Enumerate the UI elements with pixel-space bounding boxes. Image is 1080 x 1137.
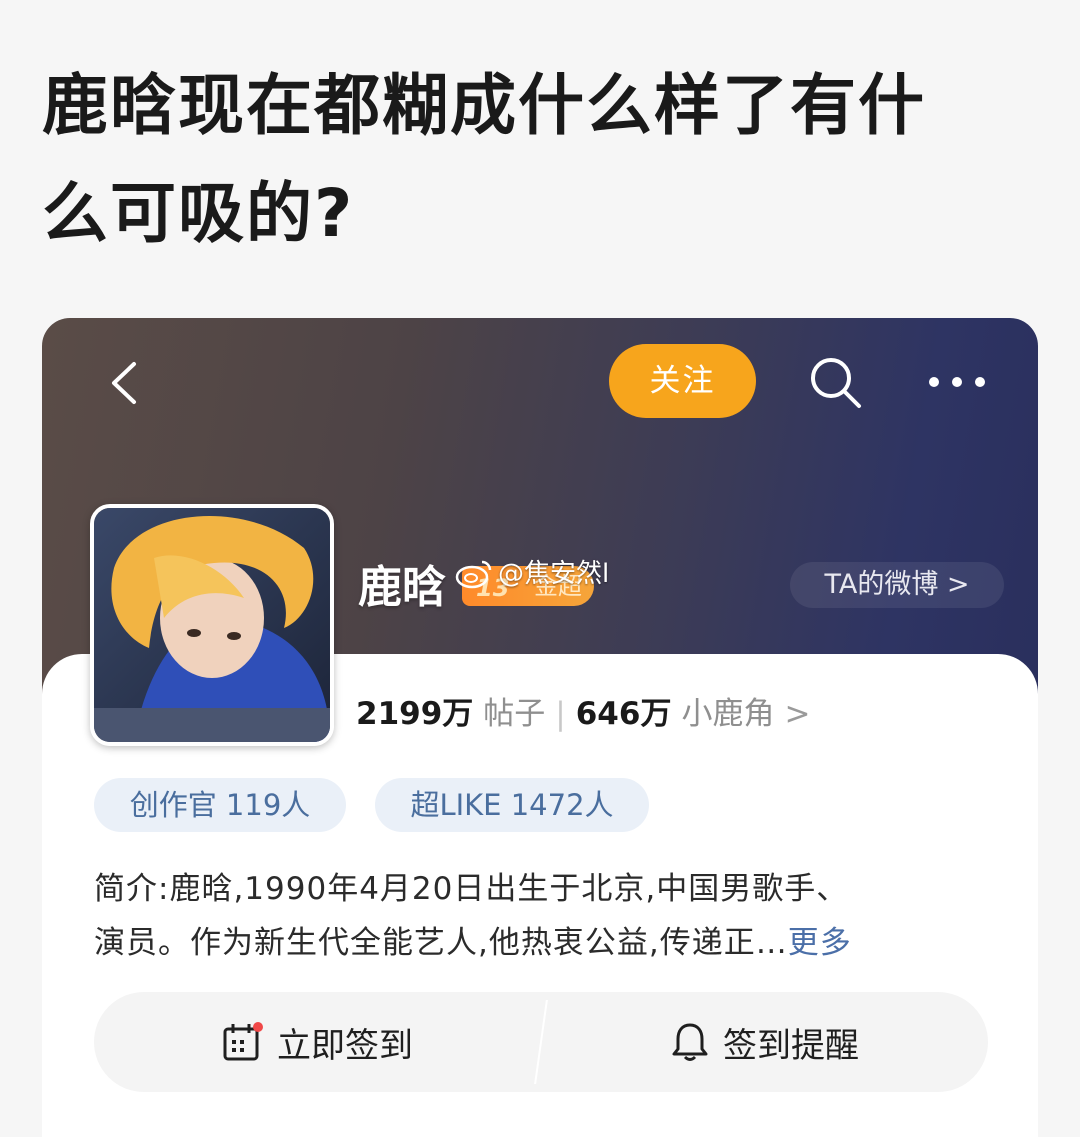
fans-count: 646万	[575, 696, 672, 732]
post-title-line-1: 鹿晗现在都糊成什么样了有什	[42, 67, 926, 144]
checkin-button[interactable]: 立即签到	[94, 992, 540, 1092]
profile-intro: 简介:鹿晗,1990年4月20日出生于北京,中国男歌手、 演员。作为新生代全能艺…	[94, 862, 994, 970]
super-topic-card: 关注 鹿晗 13 金超 @焦安然l TA的微博 > 2199万 帖子 | 646…	[42, 318, 1038, 1137]
checkin-action-bar: 立即签到 签到提醒	[94, 992, 988, 1092]
intro-more-link[interactable]: 更多	[788, 925, 852, 961]
checkin-reminder-button[interactable]: 签到提醒	[542, 992, 988, 1092]
intro-line-1: 简介:鹿晗,1990年4月20日出生于北京,中国男歌手、	[94, 871, 849, 907]
intro-line-2: 演员。作为新生代全能艺人,他热衷公益,传递正…	[94, 925, 788, 961]
weibo-watermark: @焦安然l	[454, 554, 609, 594]
checkin-label: 立即签到	[277, 1025, 413, 1066]
search-icon[interactable]	[807, 354, 865, 412]
watermark-handle: @焦安然l	[498, 559, 610, 589]
super-like-pill[interactable]: 超LIKE 1472人	[375, 778, 649, 832]
more-options-icon[interactable]	[924, 354, 990, 410]
chevron-right-icon: >	[784, 696, 811, 732]
stats-separator: |	[555, 696, 566, 732]
post-title: 鹿晗现在都糊成什么样了有什 么可吸的?	[42, 52, 1042, 268]
posts-count: 2199万	[356, 696, 474, 732]
calendar-icon	[223, 1022, 263, 1061]
follow-button[interactable]: 关注	[609, 344, 756, 418]
avatar[interactable]	[90, 504, 334, 746]
fans-label: 小鹿角	[681, 696, 775, 732]
back-arrow-icon[interactable]	[100, 358, 150, 408]
profile-name: 鹿晗	[358, 562, 446, 613]
creator-pill[interactable]: 创作官 119人	[94, 778, 346, 832]
profile-stats[interactable]: 2199万 帖子 | 646万 小鹿角 >	[356, 692, 810, 736]
reminder-label: 签到提醒	[723, 1025, 859, 1066]
weibo-logo-icon	[455, 560, 492, 589]
bell-icon	[672, 1023, 708, 1061]
ta-weibo-link[interactable]: TA的微博 >	[790, 562, 1004, 608]
post-title-line-2: 么可吸的?	[42, 175, 355, 252]
posts-label: 帖子	[483, 696, 546, 732]
avatar-photo	[94, 508, 330, 742]
